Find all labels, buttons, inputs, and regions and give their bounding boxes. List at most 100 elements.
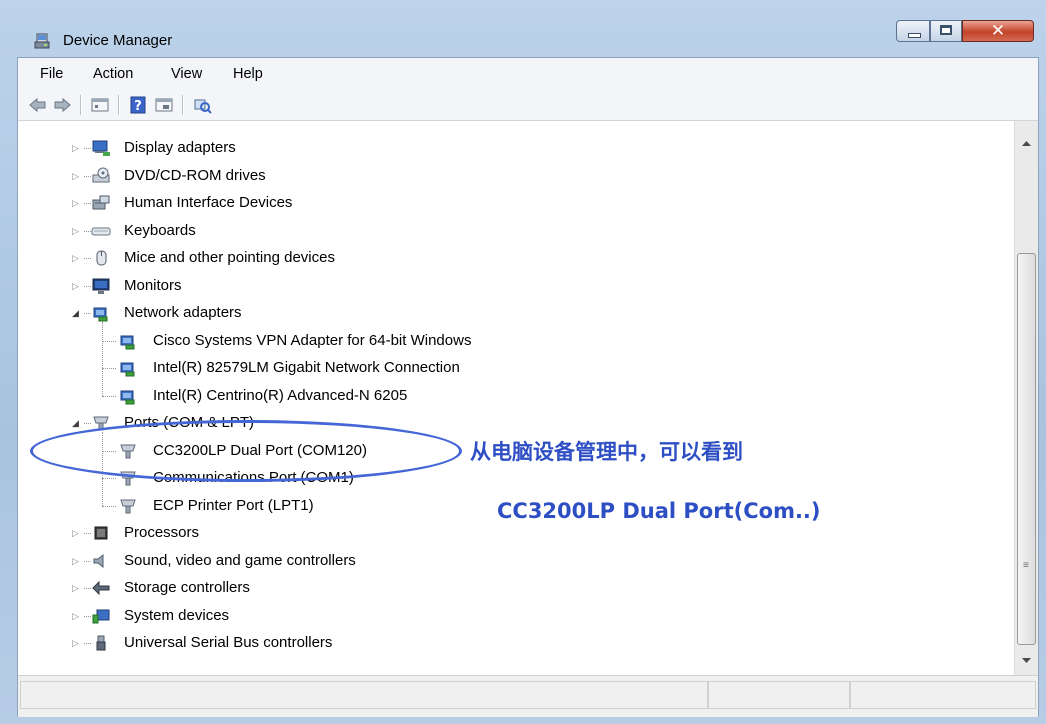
usb-icon bbox=[91, 634, 111, 656]
tree-node-label: Human Interface Devices bbox=[124, 194, 293, 211]
device-tree: ▷ Display adapters ▷ DVD/CD-ROM drives ▷ Huma… bbox=[18, 121, 1014, 675]
tree-node[interactable]: ▷ Mice and other pointing devices bbox=[18, 246, 1008, 270]
collapsed-arrow-icon[interactable]: ▷ bbox=[72, 143, 82, 153]
tree-connector bbox=[102, 322, 103, 396]
menu-view[interactable]: View bbox=[171, 66, 202, 82]
expanded-arrow-icon[interactable]: ◢ bbox=[72, 308, 82, 318]
window-title: Device Manager bbox=[63, 32, 173, 49]
storage-controller-icon bbox=[91, 579, 111, 601]
tree-node-label: Sound, video and game controllers bbox=[124, 551, 356, 569]
tree-node[interactable]: ◢ Network adapters bbox=[18, 301, 1008, 325]
collapsed-arrow-icon[interactable]: ▷ bbox=[72, 281, 82, 291]
tree-node[interactable]: ▷ Display adapters bbox=[18, 136, 1008, 160]
collapsed-arrow-icon[interactable]: ▷ bbox=[72, 583, 82, 593]
toolbar: ? bbox=[18, 90, 1038, 121]
title-bar[interactable]: Device Manager ✕ bbox=[8, 10, 1040, 58]
tree-connector bbox=[84, 588, 91, 589]
status-pane-2 bbox=[708, 681, 850, 709]
maximize-icon bbox=[940, 25, 952, 35]
tree-connector bbox=[84, 258, 91, 259]
tree-connector bbox=[102, 505, 116, 507]
svg-text:?: ? bbox=[134, 99, 142, 114]
tree-connector bbox=[102, 368, 116, 369]
scan-hardware-icon[interactable] bbox=[192, 96, 212, 114]
tree-connector bbox=[84, 285, 91, 287]
collapsed-arrow-icon[interactable]: ▷ bbox=[72, 528, 82, 538]
network-adapter-icon bbox=[118, 359, 138, 381]
toolbar-separator bbox=[182, 95, 184, 115]
annotation-line-1: 从电脑设备管理中，可以看到 bbox=[470, 440, 743, 464]
keyboard-icon bbox=[91, 222, 111, 244]
tree-node[interactable]: ▷ Processors bbox=[18, 521, 1008, 545]
tree-node-label: Storage controllers bbox=[124, 579, 250, 596]
tree-connector bbox=[84, 533, 91, 534]
tree-node[interactable]: ▷ Monitors bbox=[18, 274, 1008, 298]
tree-connector bbox=[102, 478, 116, 479]
tree-connector bbox=[84, 148, 91, 149]
tree-child-node[interactable]: Intel(R) Centrino(R) Advanced-N 6205 bbox=[18, 384, 1008, 408]
tree-node-label: System devices bbox=[124, 606, 230, 624]
display-adapter-icon bbox=[91, 139, 111, 161]
tree-child-label: ECP Printer Port (LPT1) bbox=[153, 496, 314, 514]
menu-help[interactable]: Help bbox=[233, 66, 263, 82]
tree-node-label: Processors bbox=[124, 524, 200, 541]
help-icon[interactable]: ? bbox=[128, 96, 148, 114]
tree-node[interactable]: ▷ DVD/CD-ROM drives bbox=[18, 164, 1008, 188]
tree-node[interactable]: ▷ Storage controllers bbox=[18, 576, 1008, 600]
tree-node-label: DVD/CD-ROM drives bbox=[124, 166, 266, 184]
tree-node-label: Universal Serial Bus controllers bbox=[124, 634, 333, 651]
system-device-icon bbox=[91, 607, 111, 629]
scroll-up-icon[interactable] bbox=[1015, 133, 1038, 155]
expanded-arrow-icon[interactable]: ◢ bbox=[72, 418, 82, 428]
minimize-button[interactable] bbox=[896, 20, 930, 42]
tree-connector bbox=[102, 340, 116, 342]
tree-node[interactable]: ▷ Keyboards bbox=[18, 219, 1008, 243]
collapsed-arrow-icon[interactable]: ▷ bbox=[72, 611, 82, 621]
grip-icon: ≡ bbox=[1023, 560, 1029, 571]
device-manager-icon bbox=[34, 33, 50, 49]
collapsed-arrow-icon[interactable]: ▷ bbox=[72, 198, 82, 208]
highlight-ellipse bbox=[30, 420, 462, 482]
tree-child-label: Intel(R) 82579LM Gigabit Network Connect… bbox=[153, 359, 460, 376]
tree-child-label: Cisco Systems VPN Adapter for 64-bit Win… bbox=[153, 331, 472, 349]
menu-bar: File Action View Help bbox=[18, 58, 1038, 91]
scroll-down-icon[interactable] bbox=[1015, 649, 1038, 671]
tree-connector bbox=[84, 175, 91, 177]
close-button[interactable]: ✕ bbox=[962, 20, 1034, 42]
forward-icon[interactable] bbox=[52, 96, 72, 114]
tree-child-node[interactable]: Cisco Systems VPN Adapter for 64-bit Win… bbox=[18, 329, 1008, 353]
tree-node[interactable]: ▷ Sound, video and game controllers bbox=[18, 549, 1008, 573]
collapsed-arrow-icon[interactable]: ▷ bbox=[72, 226, 82, 236]
hid-icon bbox=[91, 194, 111, 216]
status-pane-3 bbox=[850, 681, 1036, 709]
maximize-button[interactable] bbox=[930, 20, 962, 42]
tree-child-node[interactable]: Intel(R) 82579LM Gigabit Network Connect… bbox=[18, 356, 1008, 380]
close-icon: ✕ bbox=[990, 21, 1006, 41]
tree-node-label: Monitors bbox=[124, 276, 182, 294]
port-icon bbox=[118, 497, 138, 519]
tree-node-label: Display adapters bbox=[124, 139, 236, 156]
tree-node-label: Mice and other pointing devices bbox=[124, 249, 335, 266]
scroll-thumb[interactable]: ≡ bbox=[1017, 253, 1036, 645]
vertical-scrollbar[interactable]: ≡ bbox=[1014, 121, 1038, 675]
menu-action[interactable]: Action bbox=[93, 66, 133, 82]
tree-node[interactable]: ▷ Human Interface Devices bbox=[18, 191, 1008, 215]
tree-connector bbox=[84, 643, 91, 644]
collapsed-arrow-icon[interactable]: ▷ bbox=[72, 638, 82, 648]
tree-connector bbox=[84, 203, 91, 204]
tree-node[interactable]: ▷ Universal Serial Bus controllers bbox=[18, 631, 1008, 655]
toolbar-separator bbox=[118, 95, 120, 115]
properties-icon[interactable] bbox=[90, 96, 110, 114]
collapsed-arrow-icon[interactable]: ▷ bbox=[72, 253, 82, 263]
network-adapter-icon bbox=[118, 387, 138, 409]
monitor-icon bbox=[91, 277, 111, 299]
update-driver-icon[interactable] bbox=[154, 96, 174, 114]
tree-node[interactable]: ▷ System devices bbox=[18, 604, 1008, 628]
collapsed-arrow-icon[interactable]: ▷ bbox=[72, 556, 82, 566]
tree-connector bbox=[84, 560, 91, 562]
network-adapter-icon bbox=[118, 332, 138, 354]
tree-connector bbox=[84, 423, 91, 424]
back-icon[interactable] bbox=[28, 96, 48, 114]
menu-file[interactable]: File bbox=[40, 66, 63, 82]
collapsed-arrow-icon[interactable]: ▷ bbox=[72, 171, 82, 181]
